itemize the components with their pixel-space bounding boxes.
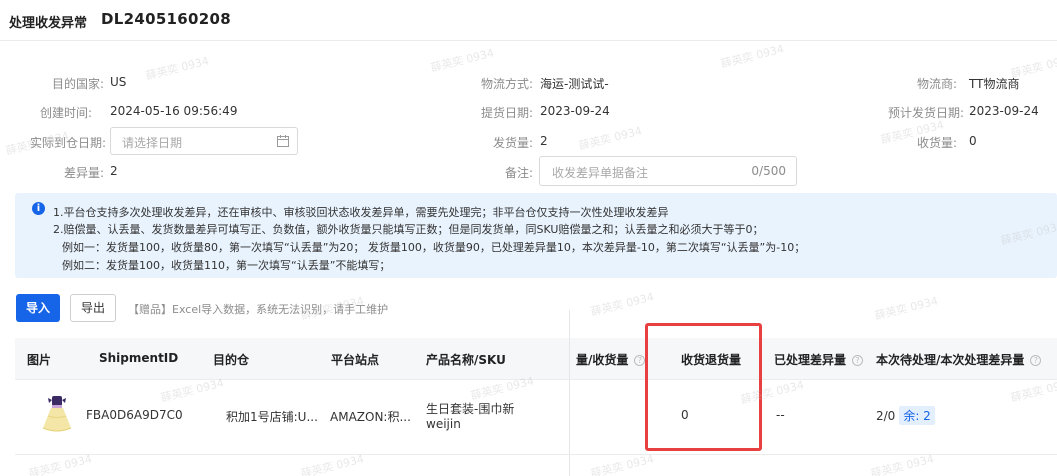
shipped-qty-value: 2: [540, 134, 548, 148]
product-thumbnail: [42, 396, 72, 432]
title-bar: 处理收发异常 DL2405160208: [0, 0, 1057, 41]
document-id: DL2405160208: [101, 10, 231, 28]
cell-pending-diff: 2/0 余: 2: [876, 406, 935, 425]
col-pending-diff: 本次待处理/本次处理差异量?: [876, 351, 1042, 368]
cell-processed-diff: --: [776, 408, 785, 422]
arrival-date-placeholder: 请选择日期: [122, 136, 183, 150]
pickup-date-value: 2023-09-24: [540, 104, 610, 118]
col-shipment-id: ShipmentID: [99, 351, 179, 365]
carrier-label: 物流商:: [917, 77, 958, 91]
shipped-qty-label: 发货量:: [493, 136, 534, 150]
help-icon[interactable]: ?: [852, 355, 864, 366]
watermark: 薛英奕 0934: [1009, 52, 1057, 81]
info-line-4: 例如二：发货量100，收货量110，第一次填写“认丢量”不能填写；: [62, 259, 391, 272]
created-value: 2024-05-16 09:56:49: [110, 104, 238, 118]
note-char-counter: 0/500: [751, 164, 786, 178]
col-warehouse: 目的仓: [213, 353, 250, 367]
watermark: 薛英奕 0934: [577, 124, 644, 153]
col-product: 产品名称/SKU: [426, 353, 506, 367]
pickup-date-label: 提货日期:: [481, 106, 534, 120]
dest-country-value: US: [110, 75, 127, 89]
cell-shipment-id: FBA0D6A9D7C0: [86, 408, 183, 422]
calendar-icon: [277, 135, 289, 147]
page-title: 处理收发异常: [9, 16, 88, 31]
arrival-date-picker[interactable]: 请选择日期: [110, 127, 298, 155]
ship-method-value: 海运-测试试-: [540, 77, 609, 91]
col-platform: 平台站点: [331, 353, 380, 367]
diff-qty-label: 差异量:: [64, 166, 105, 180]
received-qty-value: 0: [969, 134, 977, 148]
note-field[interactable]: 收发差异单据备注 0/500: [539, 156, 797, 186]
created-label: 创建时间:: [40, 106, 93, 120]
help-icon[interactable]: ?: [1030, 355, 1042, 366]
info-line-2: 2.赔偿量、认丢量、发货数量差异可填写正、负数值，额外收货量只能填写正数；但是同…: [53, 223, 764, 236]
highlight-box: [645, 323, 762, 451]
cell-product-name: 生日套装-围巾新: [426, 402, 515, 416]
ship-method-label: 物流方式:: [481, 77, 534, 91]
col-received-partial: 量/收货量?: [576, 351, 646, 368]
col-image: 图片: [27, 353, 52, 367]
note-label: 备注:: [505, 166, 534, 180]
watermark: 薛英奕 0934: [299, 294, 366, 323]
info-line-1: 1.平台仓支持多次处理收发差异，还在审核中、审核驳回状态收发差异单，需要先处理完…: [53, 206, 669, 219]
watermark: 薛英奕 0934: [873, 294, 940, 323]
remain-badge: 余: 2: [899, 406, 935, 425]
watermark: 薛英奕 0934: [144, 54, 211, 83]
watermark: 薛英奕 0934: [589, 290, 656, 319]
watermark: 薛英奕 0934: [4, 129, 71, 158]
watermark: 薛英奕 0934: [719, 42, 786, 71]
info-line-3: 例如一：发货量100，收货量80，第一次填写“认丢量”为20； 发货量100，收…: [62, 241, 806, 254]
cell-platform: AMAZON:积...: [330, 410, 411, 424]
info-notice: i 1.平台仓支持多次处理收发差异，还在审核中、审核驳回状态收发差异单，需要先处…: [15, 193, 1057, 278]
est-ship-value: 2023-09-24: [969, 104, 1039, 118]
cell-warehouse: 积加1号店铺:U...: [226, 410, 318, 424]
watermark: 薛英奕 0934: [429, 46, 496, 75]
help-icon[interactable]: ?: [634, 355, 646, 366]
diff-qty-value: 2: [110, 164, 118, 178]
cell-product-sku: weijin: [426, 417, 461, 431]
note-placeholder: 收发差异单据备注: [552, 166, 649, 180]
est-ship-label: 预计发货日期:: [888, 106, 965, 120]
table-header: 图片 ShipmentID 目的仓 平台站点 产品名称/SKU 量/收货量? 收…: [15, 338, 1057, 380]
dest-country-label: 目的国家:: [52, 77, 105, 91]
col-processed-diff: 已处理差异量?: [774, 351, 864, 368]
info-icon: i: [32, 202, 45, 215]
export-button[interactable]: 导出: [70, 294, 116, 322]
import-button[interactable]: 导入: [16, 294, 60, 322]
